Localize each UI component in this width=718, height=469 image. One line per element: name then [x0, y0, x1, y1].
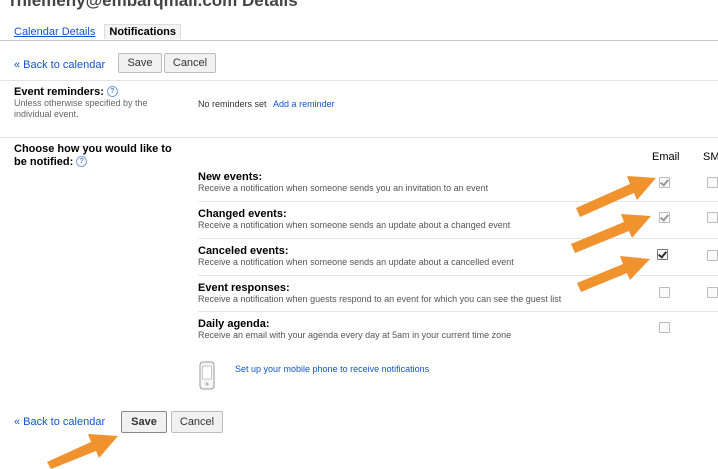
annotation-arrows [47, 176, 656, 469]
arrow-icon [47, 434, 118, 469]
arrow-icon [577, 256, 650, 292]
arrow-icon [571, 214, 651, 253]
arrow-icon [576, 176, 656, 217]
